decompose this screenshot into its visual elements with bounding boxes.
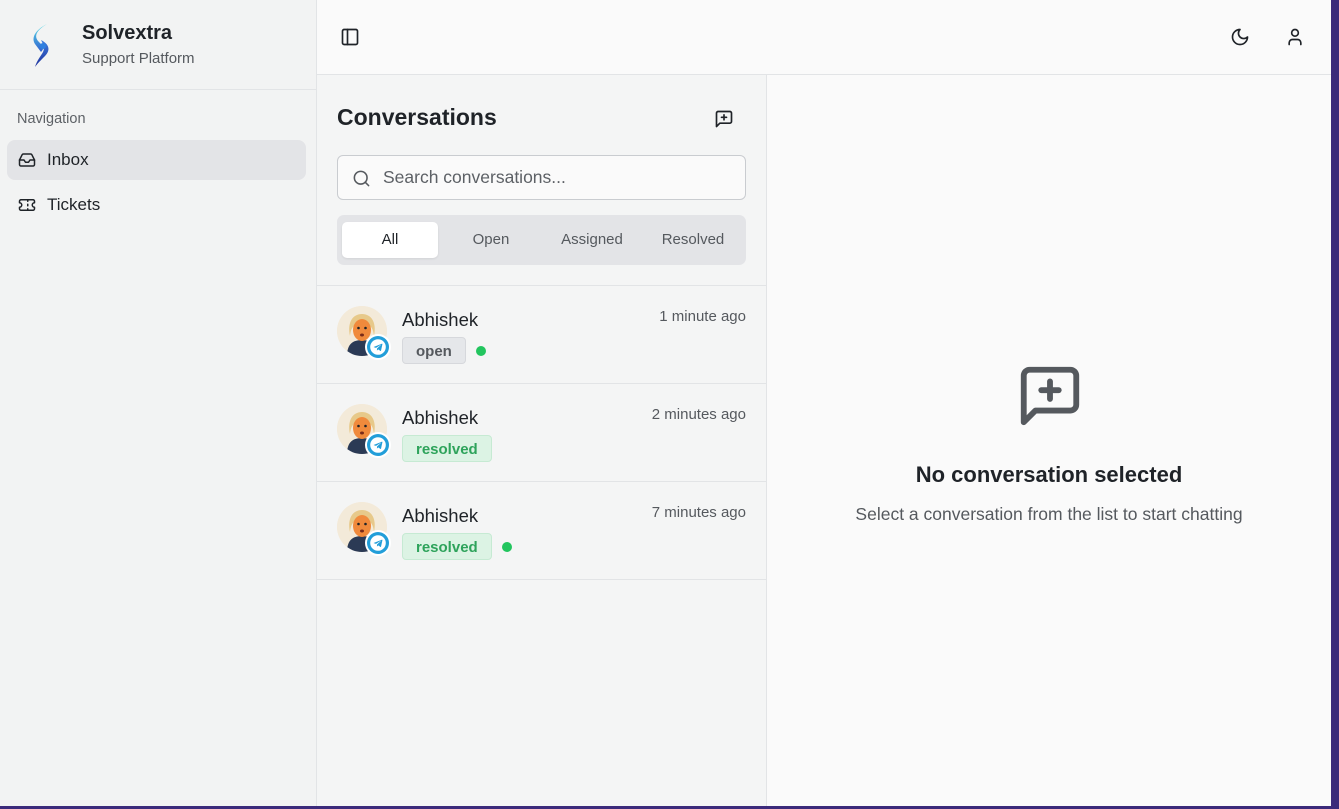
user-menu-button[interactable] bbox=[1279, 21, 1311, 53]
avatar bbox=[337, 306, 391, 360]
filter-tabs: All Open Assigned Resolved bbox=[337, 215, 746, 265]
ticket-icon bbox=[18, 199, 36, 211]
avatar bbox=[337, 404, 391, 458]
theme-toggle-button[interactable] bbox=[1224, 21, 1256, 53]
message-plus-icon bbox=[1020, 366, 1080, 426]
empty-state-title: No conversation selected bbox=[915, 462, 1183, 487]
online-indicator bbox=[476, 346, 486, 356]
conversations-title: Conversations bbox=[337, 104, 497, 130]
status-badge: resolved bbox=[402, 435, 492, 462]
conversation-list: Abhishek 1 minute ago open Abhishek 2 mi… bbox=[317, 285, 766, 580]
conversation-detail: No conversation selected Select a conver… bbox=[767, 75, 1331, 806]
sidebar-item-tickets[interactable]: Tickets bbox=[7, 185, 306, 225]
channel-badge bbox=[365, 432, 391, 458]
avatar bbox=[337, 502, 391, 556]
contact-name: Abhishek bbox=[402, 505, 479, 526]
app-window: Solvextra Support Platform Navigation In… bbox=[0, 0, 1331, 806]
search-box bbox=[337, 155, 746, 200]
nav-heading: Navigation bbox=[17, 111, 86, 127]
moon-icon bbox=[1231, 28, 1249, 46]
inbox-icon bbox=[18, 153, 36, 167]
conversation-row[interactable]: Abhishek 2 minutes ago resolved bbox=[317, 384, 766, 482]
tab-all[interactable]: All bbox=[342, 222, 438, 258]
contact-name: Abhishek bbox=[402, 309, 479, 330]
empty-state-subtitle: Select a conversation from the list to s… bbox=[855, 504, 1243, 524]
tab-assigned[interactable]: Assigned bbox=[544, 222, 640, 258]
conversations-panel: Conversations All Open Assigned Resolved bbox=[317, 75, 767, 806]
conversation-time: 2 minutes ago bbox=[651, 406, 746, 423]
sidebar-toggle-icon bbox=[341, 28, 359, 46]
solvextra-logo-icon bbox=[33, 24, 49, 67]
tab-open[interactable]: Open bbox=[443, 222, 539, 258]
telegram-icon bbox=[367, 434, 389, 456]
sidebar-toggle-button[interactable] bbox=[334, 21, 366, 53]
top-bar bbox=[317, 0, 1331, 75]
user-icon bbox=[1288, 28, 1302, 46]
brand-subtitle: Support Platform bbox=[82, 50, 195, 67]
telegram-icon bbox=[367, 336, 389, 358]
sidebar-item-inbox[interactable]: Inbox bbox=[7, 140, 306, 180]
status-badge: resolved bbox=[402, 533, 492, 560]
contact-name: Abhishek bbox=[402, 407, 479, 428]
status-badge: open bbox=[402, 337, 466, 364]
conversation-time: 7 minutes ago bbox=[651, 504, 746, 521]
conversation-time: 1 minute ago bbox=[659, 308, 746, 325]
sidebar-item-label: Inbox bbox=[47, 150, 89, 169]
sidebar: Solvextra Support Platform Navigation In… bbox=[0, 0, 317, 806]
search-input[interactable] bbox=[383, 156, 738, 199]
new-conversation-button[interactable] bbox=[708, 103, 740, 135]
brand-header: Solvextra Support Platform bbox=[0, 0, 316, 90]
channel-badge bbox=[365, 530, 391, 556]
tab-resolved[interactable]: Resolved bbox=[645, 222, 741, 258]
online-indicator bbox=[502, 542, 512, 552]
search-icon bbox=[353, 170, 370, 187]
sidebar-item-label: Tickets bbox=[47, 195, 101, 214]
conversation-row[interactable]: Abhishek 7 minutes ago resolved bbox=[317, 482, 766, 580]
message-plus-icon bbox=[715, 110, 733, 128]
telegram-icon bbox=[367, 532, 389, 554]
channel-badge bbox=[365, 334, 391, 360]
brand-name: Solvextra bbox=[82, 22, 173, 44]
conversation-row[interactable]: Abhishek 1 minute ago open bbox=[317, 286, 766, 384]
